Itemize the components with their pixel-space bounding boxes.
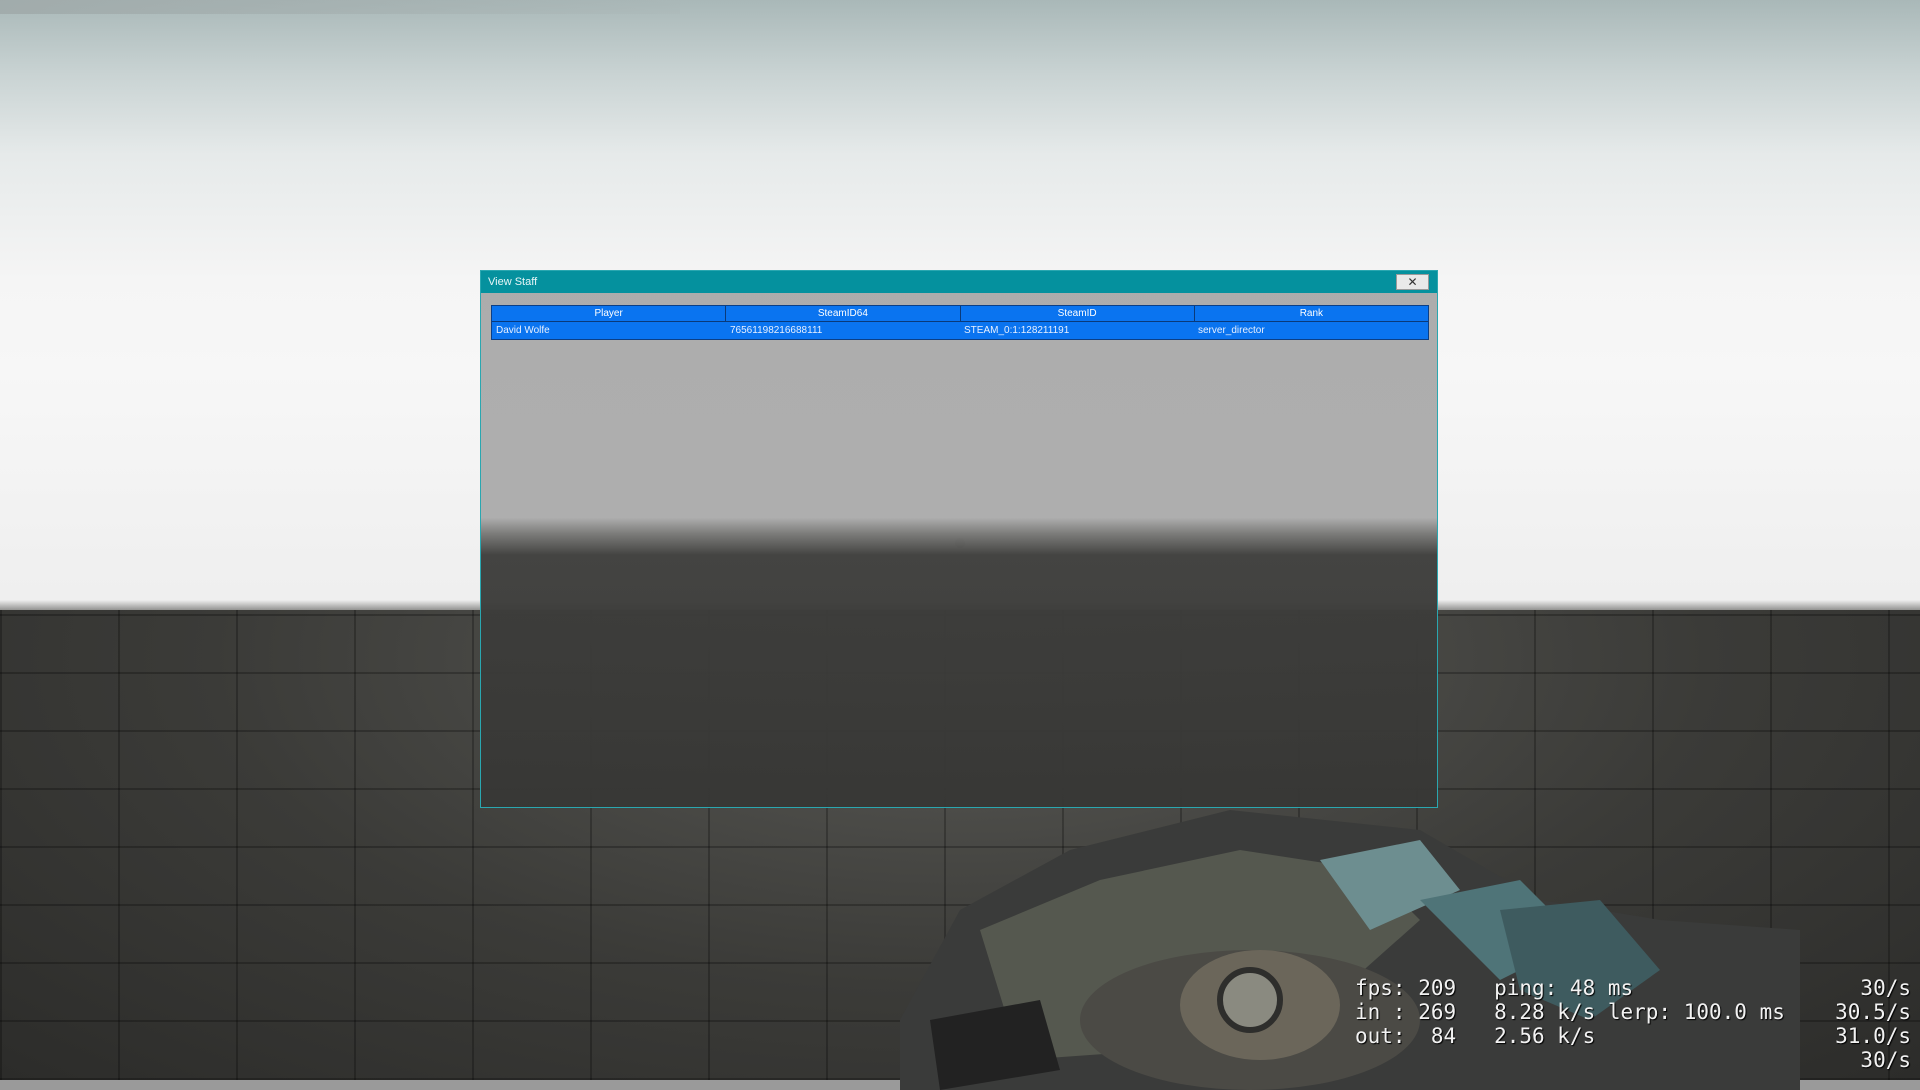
- top-strip: [0, 0, 680, 14]
- net-graph-line-fps: fps: 209 ping: 48 ms: [1355, 976, 1634, 1000]
- staff-table: Player SteamID64 SteamID Rank David Wolf…: [491, 305, 1429, 340]
- close-icon: ✕: [1407, 275, 1418, 289]
- cell-player: David Wolfe: [496, 325, 550, 336]
- view-staff-window: View Staff ✕ Player SteamID64 SteamID Ra…: [480, 270, 1438, 808]
- window-titlebar[interactable]: View Staff ✕: [481, 271, 1437, 293]
- column-header-steamid64[interactable]: SteamID64: [726, 306, 961, 321]
- net-graph-line-out: out: 84 2.56 k/s: [1355, 1024, 1596, 1048]
- net-graph-rate: 30/s: [1860, 976, 1911, 1000]
- cell-rank: server_director: [1198, 325, 1265, 336]
- net-graph-line-in: in : 269 8.28 k/s lerp: 100.0 ms: [1355, 1000, 1785, 1024]
- cell-steamid64: 76561198216688111: [730, 325, 823, 336]
- column-header-player[interactable]: Player: [492, 306, 727, 321]
- net-graph: fps: 209 ping: 48 ms in : 269 8.28 k/s l…: [1355, 974, 1915, 1080]
- net-graph-rate: 30.5/s: [1835, 1000, 1911, 1024]
- table-header: Player SteamID64 SteamID Rank: [492, 306, 1428, 322]
- table-row[interactable]: David Wolfe 76561198216688111 STEAM_0:1:…: [492, 322, 1428, 339]
- window-title: View Staff: [488, 276, 538, 288]
- cell-steamid: STEAM_0:1:128211191: [964, 325, 1070, 336]
- net-graph-rate: 31.0/s: [1835, 1024, 1911, 1048]
- column-header-rank[interactable]: Rank: [1195, 306, 1428, 321]
- close-button[interactable]: ✕: [1396, 274, 1429, 290]
- net-graph-rate: 30/s: [1860, 1048, 1911, 1072]
- column-header-steamid[interactable]: SteamID: [961, 306, 1195, 321]
